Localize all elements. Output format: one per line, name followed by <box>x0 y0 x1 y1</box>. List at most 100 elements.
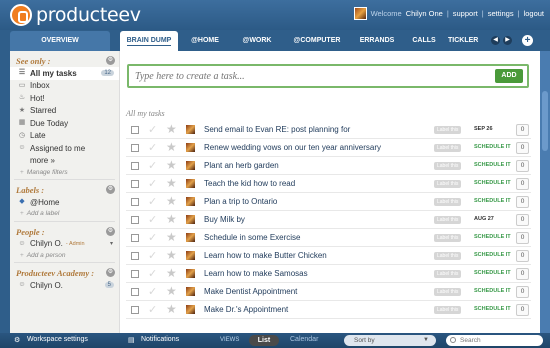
support-link[interactable]: support <box>453 9 478 18</box>
sidebar-item-assigned-to-me[interactable]: ☺ Assigned to me <box>10 142 119 155</box>
star-icon[interactable]: ★ <box>166 248 177 262</box>
label-this-button[interactable]: Label this <box>434 162 462 170</box>
due-date[interactable]: SCHEDULE IT <box>474 306 511 312</box>
sidebar-item-hot[interactable]: ♨ Hot! <box>10 92 119 105</box>
task-title[interactable]: Renew wedding vows on our ten year anniv… <box>204 143 381 152</box>
table-row[interactable]: ✓ ★ Plant an herb garden Label this SCHEDULE… <box>126 157 531 175</box>
avatar[interactable] <box>186 161 195 170</box>
scrollbar[interactable] <box>540 51 550 333</box>
tab-tickler[interactable]: TICKLER <box>448 31 488 51</box>
gear-icon[interactable]: ⚙ <box>106 56 115 65</box>
task-title[interactable]: Schedule in some Exercise <box>204 233 301 242</box>
task-title[interactable]: Send email to Evan RE: post planning for <box>204 125 350 134</box>
check-icon[interactable]: ✓ <box>148 159 157 172</box>
task-title[interactable]: Plant an herb garden <box>204 161 279 170</box>
table-row[interactable]: ✓ ★ Learn how to make Butter Chicken Label … <box>126 247 531 265</box>
tab-computer[interactable]: @COMPUTER <box>284 31 350 51</box>
search-input[interactable]: Search <box>446 335 543 346</box>
sidebar-item-inbox[interactable]: ▭ Inbox <box>10 80 119 93</box>
task-title[interactable]: Learn how to make Butter Chicken <box>204 251 327 260</box>
task-checkbox[interactable] <box>131 306 139 314</box>
due-date[interactable]: SCHEDULE IT <box>474 288 511 294</box>
list-view-button[interactable]: List <box>249 335 279 346</box>
due-date[interactable]: SCHEDULE IT <box>474 180 511 186</box>
table-row[interactable]: ✓ ★ Buy Milk by Label this AUG 27 0 <box>126 211 531 229</box>
comment-count[interactable]: 0 <box>516 232 529 244</box>
label-this-button[interactable]: Label this <box>434 126 462 134</box>
label-this-button[interactable]: Label this <box>434 180 462 188</box>
tabs-prev-icon[interactable]: ◀ <box>491 36 500 45</box>
label-this-button[interactable]: Label this <box>434 252 462 260</box>
check-icon[interactable]: ✓ <box>148 267 157 280</box>
task-checkbox[interactable] <box>131 270 139 278</box>
avatar[interactable] <box>186 197 195 206</box>
task-title[interactable]: Make Dentist Appointment <box>204 287 297 296</box>
task-title[interactable]: Learn how to make Samosas <box>204 269 308 278</box>
notifications-button[interactable]: ▤ Notifications <box>128 336 179 344</box>
manage-filters-link[interactable]: + Manage filters <box>10 167 119 177</box>
table-row[interactable]: ✓ ★ Plan a trip to Ontario Label this SCHEDU… <box>126 193 531 211</box>
tabs-next-icon[interactable]: ▶ <box>503 36 512 45</box>
task-title[interactable]: Plan a trip to Ontario <box>204 197 277 206</box>
star-icon[interactable]: ★ <box>166 266 177 280</box>
label-this-button[interactable]: Label this <box>434 216 462 224</box>
comment-count[interactable]: 0 <box>516 250 529 262</box>
sidebar-item-label-home[interactable]: ◆ @Home <box>10 196 119 209</box>
star-icon[interactable]: ★ <box>166 194 177 208</box>
due-date[interactable]: AUG 27 <box>474 216 494 222</box>
comment-count[interactable]: 0 <box>516 124 529 136</box>
task-checkbox[interactable] <box>131 216 139 224</box>
tab-home[interactable]: @HOME <box>180 31 230 51</box>
check-icon[interactable]: ✓ <box>148 303 157 316</box>
check-icon[interactable]: ✓ <box>148 249 157 262</box>
comment-count[interactable]: 0 <box>516 178 529 190</box>
avatar[interactable] <box>186 143 195 152</box>
due-date[interactable]: SCHEDULE IT <box>474 198 511 204</box>
avatar[interactable] <box>186 215 195 224</box>
gear-icon[interactable]: ⚙ <box>106 268 115 277</box>
chevron-down-icon[interactable]: ▾ <box>110 240 113 247</box>
star-icon[interactable]: ★ <box>166 230 177 244</box>
star-icon[interactable]: ★ <box>166 302 177 316</box>
check-icon[interactable]: ✓ <box>148 231 157 244</box>
sidebar-item-more[interactable]: more » <box>10 155 119 168</box>
due-date[interactable]: SCHEDULE IT <box>474 144 511 150</box>
new-task-input[interactable] <box>135 69 475 83</box>
sort-by-select[interactable]: Sort by ▼ <box>344 335 436 346</box>
sidebar-item-starred[interactable]: ★ Starred <box>10 105 119 118</box>
table-row[interactable]: ✓ ★ Schedule in some Exercise Label this SCH… <box>126 229 531 247</box>
table-row[interactable]: ✓ ★ Renew wedding vows on our ten year ann… <box>126 139 531 157</box>
workspace-settings-button[interactable]: ⚙ Workspace settings <box>14 336 88 344</box>
avatar[interactable] <box>186 287 195 296</box>
avatar[interactable] <box>186 251 195 260</box>
add-label-link[interactable]: + Add a label <box>10 209 119 219</box>
task-title[interactable]: Make Dr.'s Appointment <box>204 305 288 314</box>
comment-count[interactable]: 0 <box>516 304 529 316</box>
add-workspace-icon[interactable]: + <box>522 35 533 46</box>
table-row[interactable]: ✓ ★ Learn how to make Samosas Label this SCH… <box>126 265 531 283</box>
star-icon[interactable]: ★ <box>166 140 177 154</box>
due-date[interactable]: SCHEDULE IT <box>474 234 511 240</box>
check-icon[interactable]: ✓ <box>148 141 157 154</box>
logout-link[interactable]: logout <box>524 9 544 18</box>
task-title[interactable]: Teach the kid how to read <box>204 179 295 188</box>
label-this-button[interactable]: Label this <box>434 288 462 296</box>
tab-overview[interactable]: OVERVIEW <box>10 31 110 51</box>
avatar[interactable] <box>186 269 195 278</box>
label-this-button[interactable]: Label this <box>434 270 462 278</box>
label-this-button[interactable]: Label this <box>434 306 462 314</box>
check-icon[interactable]: ✓ <box>148 285 157 298</box>
add-person-link[interactable]: + Add a person <box>10 250 119 260</box>
sidebar-item-late[interactable]: ◷ Late <box>10 130 119 143</box>
comment-count[interactable]: 0 <box>516 286 529 298</box>
logo[interactable]: producteev <box>10 4 141 26</box>
comment-count[interactable]: 0 <box>516 214 529 226</box>
check-icon[interactable]: ✓ <box>148 213 157 226</box>
due-date[interactable]: SCHEDULE IT <box>474 270 511 276</box>
label-this-button[interactable]: Label this <box>434 144 462 152</box>
task-title[interactable]: Buy Milk by <box>204 215 245 224</box>
comment-count[interactable]: 0 <box>516 196 529 208</box>
avatar[interactable] <box>353 7 367 20</box>
gear-icon[interactable]: ⚙ <box>106 226 115 236</box>
username[interactable]: Chilyn One <box>406 9 443 18</box>
